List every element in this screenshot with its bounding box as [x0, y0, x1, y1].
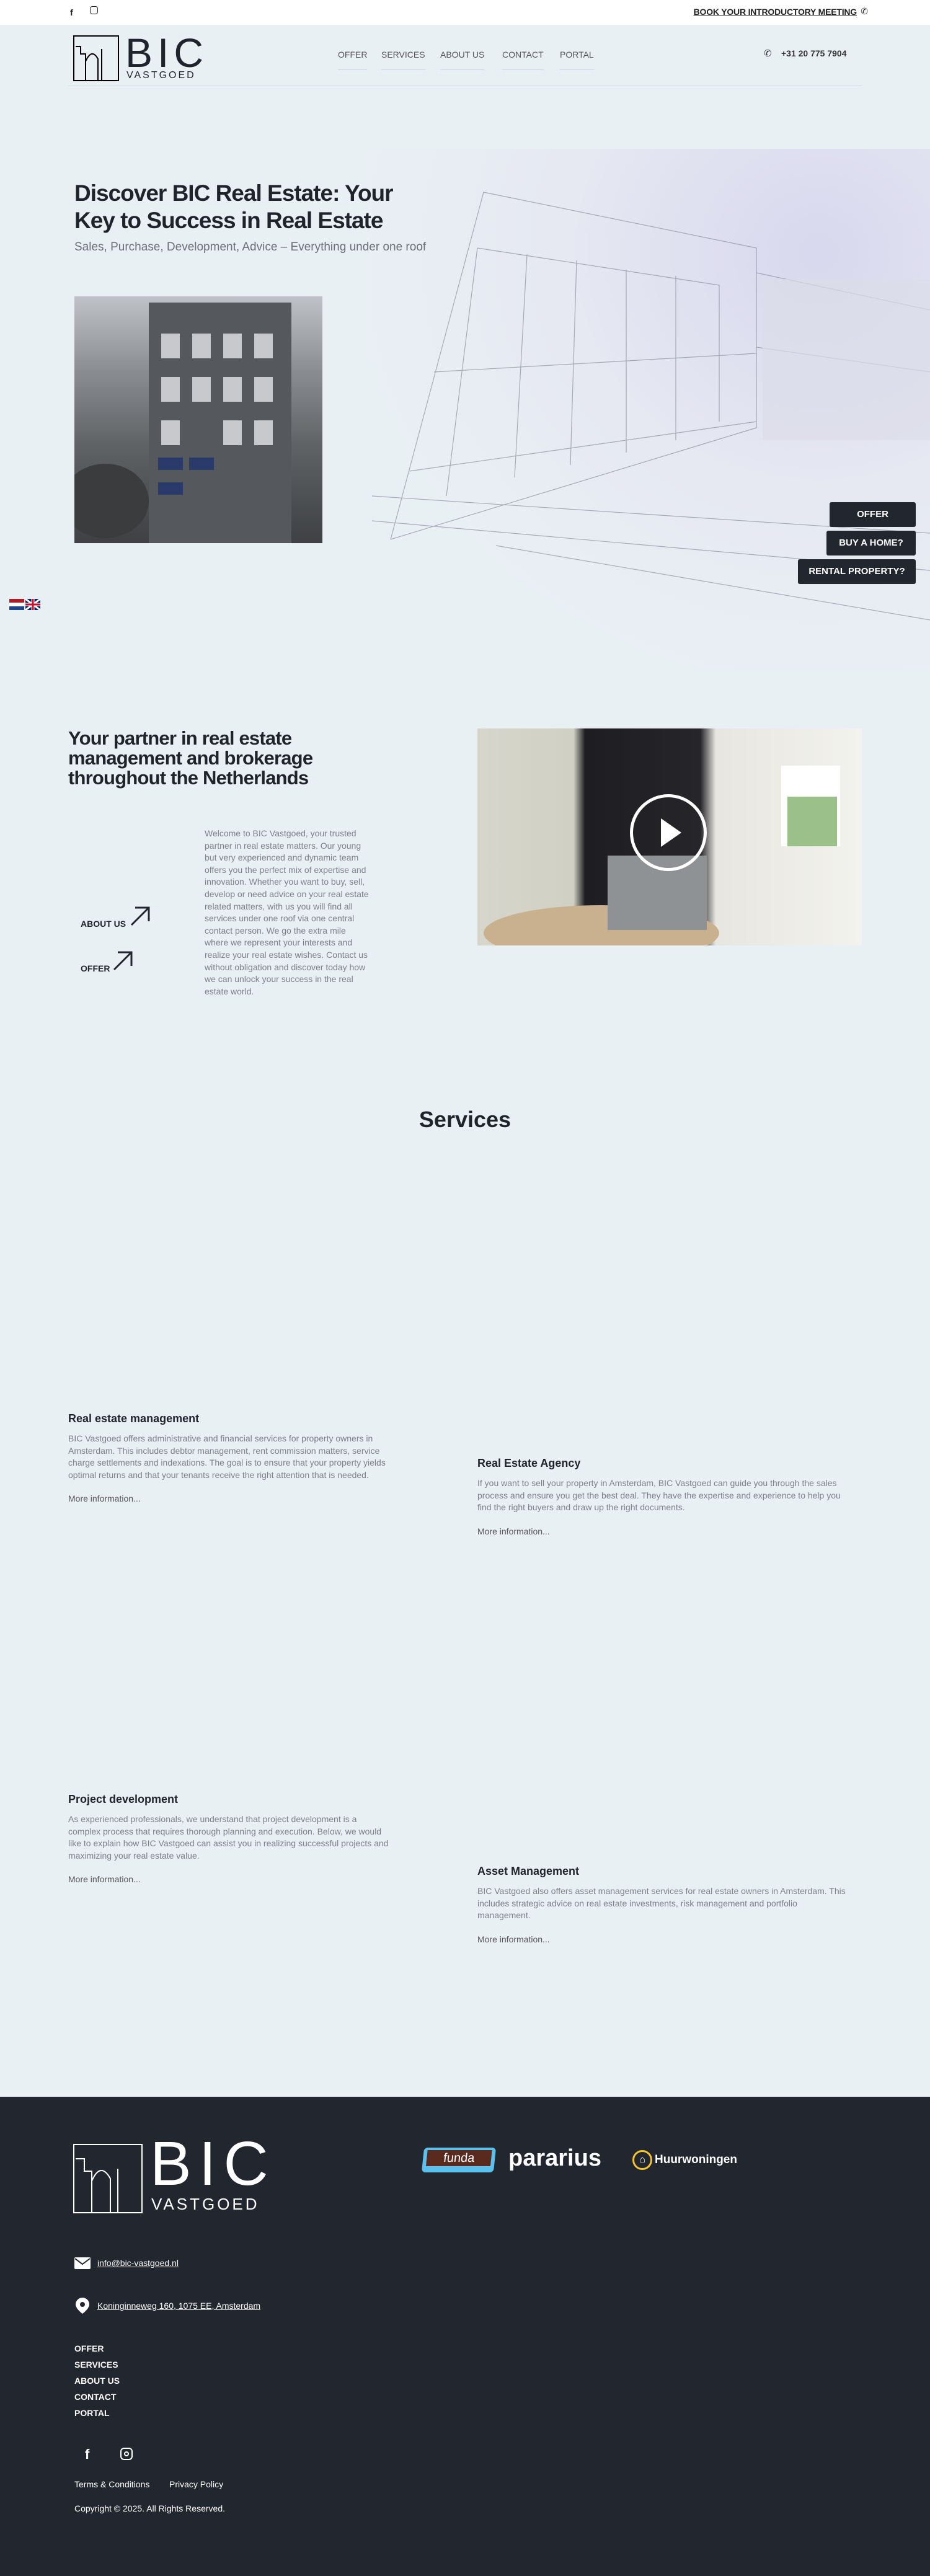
arrow-up-right-icon: [130, 906, 150, 926]
more-info-link[interactable]: More information...: [68, 1874, 391, 1884]
nav-offer[interactable]: OFFER: [338, 50, 368, 70]
book-meeting-link[interactable]: BOOK YOUR INTRODUCTORY MEETING: [694, 7, 857, 17]
top-bar: f BOOK YOUR INTRODUCTORY MEETING ✆: [0, 0, 930, 25]
copyright: Copyright © 2025. All Rights Reserved.: [74, 2503, 225, 2513]
footer-nav-offer[interactable]: OFFER: [74, 2344, 104, 2353]
hero-building-illustration: [372, 149, 930, 670]
offer-label: OFFER: [81, 963, 110, 973]
terms-link[interactable]: Terms & Conditions: [74, 2479, 149, 2489]
service-card-real-estate-management: Real estate management BIC Vastgoed offe…: [68, 1412, 391, 1503]
hero-title: Discover BIC Real Estate: Your Key to Su…: [74, 180, 394, 233]
logo-subtext: VASTGOED: [126, 70, 196, 81]
about-title: Your partner in real estate management a…: [68, 727, 313, 789]
service-title: Real Estate Agency: [477, 1457, 581, 1469]
instagram-icon[interactable]: [90, 6, 98, 14]
nav-contact[interactable]: CONTACT: [502, 50, 544, 70]
services-title: Services: [418, 1107, 512, 1132]
more-info-link[interactable]: More information...: [477, 1934, 849, 1944]
more-info-link[interactable]: More information...: [477, 1526, 849, 1536]
dutch-flag-icon[interactable]: [9, 599, 24, 610]
play-button[interactable]: [630, 794, 707, 871]
phone-link[interactable]: +31 20 775 7904: [781, 48, 847, 58]
video-player[interactable]: [477, 728, 862, 945]
huurwoningen-house-icon: ⌂: [632, 2150, 652, 2170]
nav-services[interactable]: SERVICES: [381, 50, 425, 70]
funda-text: funda: [425, 2150, 492, 2166]
address-link[interactable]: Koninginneweg 160, 1075 EE, Amsterdam: [97, 2301, 260, 2311]
service-card-project-development: Project development As experienced profe…: [68, 1793, 391, 1884]
service-text: BIC Vastgoed also offers asset managemen…: [477, 1886, 846, 1920]
privacy-link[interactable]: Privacy Policy: [169, 2479, 223, 2489]
service-text: If you want to sell your property in Ams…: [477, 1478, 841, 1512]
nav-portal[interactable]: PORTAL: [560, 50, 594, 70]
service-card-asset-management: Asset Management BIC Vastgoed also offer…: [477, 1865, 849, 1944]
logo-text: BIC: [125, 30, 209, 76]
funda-logo[interactable]: funda: [421, 2148, 497, 2172]
facebook-icon[interactable]: f: [70, 7, 73, 17]
service-text: As experienced professionals, we underst…: [68, 1814, 389, 1861]
location-pin-icon: [76, 2298, 89, 2314]
logo-subtext: VASTGOED: [151, 2195, 260, 2213]
hero-subtitle: Sales, Purchase, Development, Advice – E…: [74, 241, 427, 254]
service-title: Real estate management: [68, 1412, 200, 1425]
service-card-real-estate-agency: Real Estate Agency If you want to sell y…: [477, 1457, 849, 1536]
footer-nav-about-us[interactable]: ABOUT US: [74, 2376, 120, 2386]
offer-link[interactable]: OFFER: [81, 951, 133, 973]
play-icon: [661, 818, 681, 847]
facebook-icon[interactable]: f: [85, 2446, 89, 2463]
about-text: Welcome to BIC Vastgoed, your trusted pa…: [205, 828, 369, 996]
logo-mark-icon: [73, 2144, 143, 2213]
service-title: Project development: [68, 1793, 179, 1805]
service-text: BIC Vastgoed offers administrative and f…: [68, 1433, 386, 1480]
footer: BIC VASTGOED funda pararius ⌂ Huurwoning…: [0, 2097, 930, 2576]
logo-mark-icon: [73, 35, 119, 81]
instagram-icon[interactable]: [120, 2448, 133, 2460]
service-title: Asset Management: [477, 1865, 580, 1877]
nav-about-us[interactable]: ABOUT US: [440, 50, 485, 70]
logo-text: BIC: [150, 2129, 276, 2198]
rental-property-button[interactable]: RENTAL PROPERTY?: [798, 559, 916, 584]
buy-home-button[interactable]: BUY A HOME?: [826, 531, 916, 555]
mail-icon: [74, 2257, 91, 2269]
english-flag-icon[interactable]: [25, 598, 41, 611]
footer-nav-services[interactable]: SERVICES: [74, 2360, 118, 2370]
phone-icon: ✆: [764, 48, 772, 59]
pararius-logo[interactable]: pararius: [508, 2145, 601, 2172]
hero-building-photo: [74, 296, 322, 543]
footer-nav-contact[interactable]: CONTACT: [74, 2392, 116, 2402]
arrow-up-right-icon: [113, 951, 133, 971]
phone-icon: ✆: [861, 6, 868, 16]
about-us-label: ABOUT US: [81, 919, 126, 929]
more-info-link[interactable]: More information...: [68, 1494, 391, 1503]
footer-nav-portal[interactable]: PORTAL: [74, 2408, 110, 2418]
email-link[interactable]: info@bic-vastgoed.nl: [97, 2258, 179, 2268]
offer-button[interactable]: OFFER: [830, 502, 916, 527]
huurwoningen-logo[interactable]: Huurwoningen: [655, 2153, 737, 2167]
about-us-link[interactable]: ABOUT US: [81, 906, 150, 929]
